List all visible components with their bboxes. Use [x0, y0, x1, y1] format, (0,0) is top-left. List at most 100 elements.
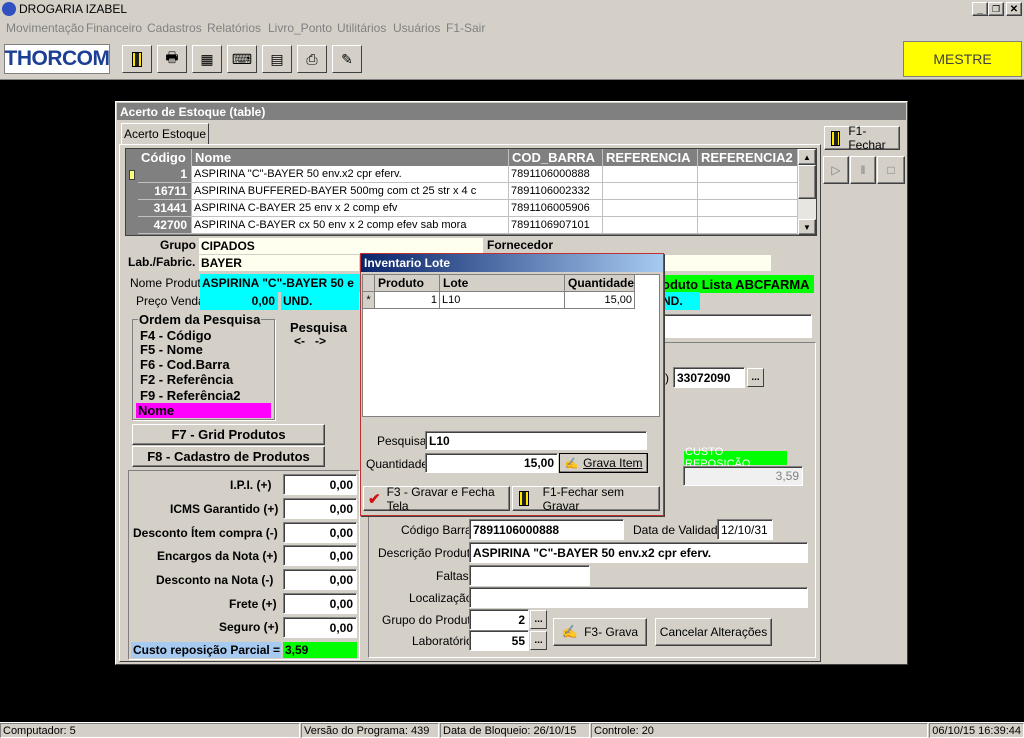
app-title: DROGARIA IZABEL [19, 2, 128, 16]
laboratorio-lookup-button[interactable]: ... [530, 631, 547, 650]
toolbar-printer2-icon[interactable]: ⎙ [297, 45, 327, 73]
col-cod-barra[interactable]: COD_BARRA [509, 149, 603, 166]
dialog-quantidade-field[interactable]: 15,00 [425, 453, 558, 473]
grava-item-button[interactable]: ✍ Grava Item [559, 453, 648, 473]
grid-produtos-button[interactable]: F7 - Grid Produtos [132, 424, 325, 445]
cancelar-button[interactable]: Cancelar Alterações [655, 618, 772, 646]
grid-cell-referencia[interactable] [603, 217, 698, 234]
grid-cell-referencia2[interactable] [698, 166, 798, 183]
ordem-f2[interactable]: F2 - Referência [140, 372, 233, 387]
menu-usuarios[interactable]: Usuários [393, 18, 440, 38]
gravar-fecha-button[interactable]: ✔ F3 - Gravar e Fecha Tela [363, 485, 510, 513]
col-codigo[interactable]: Código [138, 149, 192, 166]
restore-button[interactable]: ❐ [988, 2, 1004, 16]
grid-cell-referencia[interactable] [603, 200, 698, 217]
close-window-button[interactable]: ✕ [1006, 2, 1022, 16]
grid-cell-nome[interactable]: ASPIRINA BUFFERED-BAYER 500mg com ct 25 … [192, 183, 509, 200]
pesquisa-arrows[interactable]: <- -> [294, 334, 326, 348]
codigo-barras-field[interactable]: 7891106000888 [469, 519, 624, 540]
grid-cell-barra[interactable]: 7891106907101 [509, 217, 603, 234]
col-referencia2[interactable]: REFERENCIA2 [698, 149, 798, 166]
grid-cell-codigo[interactable]: 42700 [138, 217, 192, 234]
grid-cell-barra[interactable]: 7891106002332 [509, 183, 603, 200]
grid-cell-referencia[interactable] [603, 166, 698, 183]
descricao-field[interactable]: ASPIRINA "C"-BAYER 50 env.x2 cpr eferv. [469, 542, 808, 563]
dialog-pesquisa-field[interactable]: L10 [425, 431, 647, 450]
scroll-down-arrow-icon[interactable]: ▼ [798, 219, 816, 235]
lote-col-lote[interactable]: Lote [440, 275, 565, 292]
lote-cell-quantidade[interactable]: 15,00 [565, 292, 635, 309]
validade-field[interactable]: 12/10/31 [717, 519, 773, 540]
desconto-item-field[interactable]: 0,00 [283, 522, 357, 543]
scroll-up-arrow-icon[interactable]: ▲ [798, 149, 816, 165]
ipi-field[interactable]: 0,00 [283, 474, 357, 495]
f3-grava-button[interactable]: ✍ F3- Grava [553, 618, 647, 646]
grid-cell-nome[interactable]: ASPIRINA C-BAYER 25 env x 2 comp efv [192, 200, 509, 217]
grid-cell-referencia[interactable] [603, 183, 698, 200]
grid-cell-codigo[interactable]: 16711 [138, 183, 192, 200]
scroll-thumb[interactable] [798, 165, 816, 199]
grid-cell-barra[interactable]: 7891106005906 [509, 200, 603, 217]
dialog-pesquisa-label: Pesquisa: [377, 434, 430, 448]
grid-cell-referencia2[interactable] [698, 183, 798, 200]
toolbar-tools-icon[interactable]: ✎ [332, 45, 362, 73]
frete-field[interactable]: 0,00 [283, 593, 357, 614]
mode-badge: MESTRE [903, 41, 1022, 77]
laboratorio-field[interactable]: 55 [469, 630, 529, 651]
f1-fechar-button[interactable]: F1-Fechar [824, 124, 900, 152]
toolbar-exit-icon[interactable] [122, 45, 152, 73]
ordem-f5[interactable]: F5 - Nome [140, 342, 203, 357]
menu-sair[interactable]: F1-Sair [446, 18, 485, 38]
grid-cell-referencia2[interactable] [698, 200, 798, 217]
cadastro-produtos-button[interactable]: F8 - Cadastro de Produtos [132, 446, 325, 467]
toolbar-print-icon[interactable]: 🖶 [157, 45, 187, 73]
encargos-label: Encargos da Nota (+) [157, 549, 278, 563]
desconto-nota-field[interactable]: 0,00 [283, 569, 357, 590]
grid-cell-codigo[interactable]: 31441 [138, 200, 192, 217]
col-nome[interactable]: Nome [192, 149, 509, 166]
grid-cell-referencia2[interactable] [698, 217, 798, 234]
preco-venda-label: Preço Venda [136, 294, 205, 308]
stop-button[interactable]: □ [877, 156, 905, 184]
grid-corner [126, 149, 138, 166]
toolbar-calculator-icon[interactable]: ▦ [192, 45, 222, 73]
menu-cadastros[interactable]: Cadastros [147, 18, 202, 38]
grid-cell-nome[interactable]: ASPIRINA C-BAYER cx 50 env x 2 comp efev… [192, 217, 509, 234]
menu-movimentacao[interactable]: Movimentação [6, 18, 84, 38]
toolbar-calendar-icon[interactable]: ▤ [262, 45, 292, 73]
descricao-label: Descrição Produto [378, 546, 477, 560]
pause-button[interactable]: ‖ [850, 156, 876, 184]
und-value: UND. [281, 292, 359, 310]
grid-cell-barra[interactable]: 7891106000888 [509, 166, 603, 183]
menu-financeiro[interactable]: Financeiro [86, 18, 142, 38]
localizacao-field[interactable] [469, 587, 808, 608]
encargos-field[interactable]: 0,00 [283, 545, 357, 566]
minimize-button[interactable]: _ [972, 2, 988, 16]
lote-cell-lote[interactable]: L10 [440, 292, 565, 309]
menu-relatorios[interactable]: Relatórios [207, 18, 261, 38]
lote-col-quantidade[interactable]: Quantidade [565, 275, 635, 292]
fechar-sem-gravar-button[interactable]: F1-Fechar sem Gravar [512, 485, 660, 513]
tab-acerto-estoque[interactable]: Acerto Estoque [121, 123, 209, 145]
ordem-f6[interactable]: F6 - Cod.Barra [140, 357, 230, 372]
menu-livro-ponto[interactable]: Livro_Ponto [268, 18, 332, 38]
logo-text: THORCOM [4, 47, 111, 70]
ordem-f4[interactable]: F4 - Código [140, 328, 212, 343]
play-button[interactable]: ▷ [823, 156, 849, 184]
search-result-field[interactable] [660, 314, 812, 338]
faltas-field[interactable] [469, 565, 590, 586]
ordem-f9[interactable]: F9 - Referência2 [140, 388, 240, 403]
abcfarma-label: oduto Lista ABCFARMA [660, 275, 814, 293]
faltas-label: Faltas [436, 569, 469, 583]
grupo-produto-field[interactable]: 2 [469, 609, 529, 630]
seguro-field[interactable]: 0,00 [283, 617, 357, 638]
grid-cell-codigo[interactable]: 1 [138, 166, 192, 183]
grupo-lookup-button[interactable]: ... [530, 610, 547, 629]
toolbar-keyboard-icon[interactable]: ⌨ [227, 45, 257, 73]
menu-utilitarios[interactable]: Utilitários [337, 18, 386, 38]
icms-field[interactable]: 0,00 [283, 498, 357, 519]
lote-col-produto[interactable]: Produto [375, 275, 440, 292]
lote-cell-produto[interactable]: 1 [375, 292, 440, 309]
grid-cell-nome[interactable]: ASPIRINA "C"-BAYER 50 env.x2 cpr eferv. [192, 166, 509, 183]
col-referencia[interactable]: REFERENCIA [603, 149, 698, 166]
